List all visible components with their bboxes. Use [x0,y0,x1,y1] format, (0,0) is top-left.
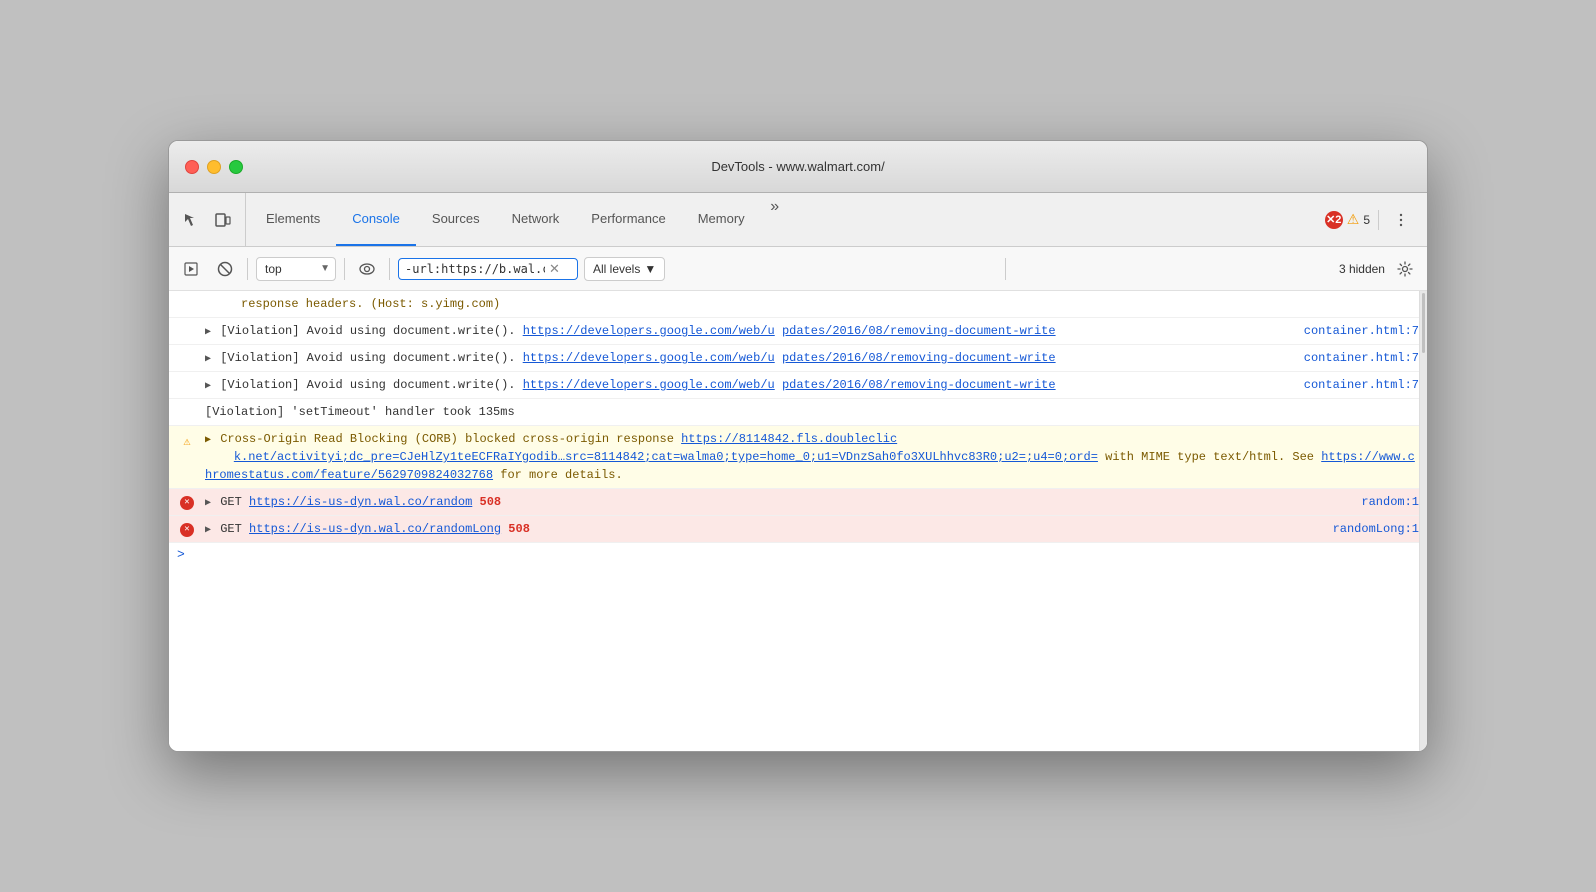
divider [1378,210,1379,230]
tab-performance[interactable]: Performance [575,193,681,246]
row-icon-area: ✕ [169,493,205,510]
tab-bar-right: ✕ 2 ⚠ 5 [1325,193,1427,246]
device-toggle-icon[interactable] [209,206,237,234]
devtools-window: DevTools - www.walmart.com/ Elements Con… [168,140,1428,752]
error-icon: ✕ [180,523,194,537]
toolbar-divider4 [1005,258,1006,280]
tab-bar-icons [177,193,246,246]
violation-link[interactable]: https://developers.google.com/web/u [523,351,775,365]
violation-link[interactable]: https://developers.google.com/web/u [523,324,775,338]
error-badge: ✕ 2 ⚠ 5 [1325,211,1370,229]
scrollbar-track[interactable] [1419,291,1427,751]
tab-memory[interactable]: Memory [682,193,761,246]
more-tabs-button[interactable]: » [761,193,789,221]
tab-sources[interactable]: Sources [416,193,496,246]
violation-link2[interactable]: pdates/2016/08/removing-document-write [782,378,1056,392]
context-select[interactable]: top [256,257,336,281]
violation-link2[interactable]: pdates/2016/08/removing-document-write [782,351,1056,365]
warning-icon: ⚠ [183,433,190,451]
row-icon-area: ⚠ [169,430,205,451]
expand-arrow-icon[interactable]: ▶ [205,352,211,367]
row-source[interactable]: container.html:7 [1296,349,1419,367]
error-url[interactable]: https://is-us-dyn.wal.co/random [249,495,472,509]
run-script-button[interactable] [177,255,205,283]
maximize-button[interactable] [229,160,243,174]
row-content: ▶ Cross-Origin Read Blocking (CORB) bloc… [205,430,1419,484]
scrollbar-thumb[interactable] [1422,293,1425,353]
error-icon: ✕ [180,496,194,510]
row-source[interactable]: container.html:7 [1296,376,1419,394]
row-icon-area [169,322,205,325]
row-icon-area [169,349,205,352]
title-bar: DevTools - www.walmart.com/ [169,141,1427,193]
row-content: ▶ GET https://is-us-dyn.wal.co/random 50… [205,493,1353,511]
error-count: ✕ 2 [1325,211,1343,229]
prompt-icon: > [177,547,185,562]
toolbar-divider3 [389,258,390,280]
filter-clear-button[interactable]: ✕ [549,262,560,275]
console-area: response headers. (Host: s.yimg.com) ▶ [… [169,291,1427,751]
tab-network[interactable]: Network [496,193,576,246]
console-row: ▶ [Violation] Avoid using document.write… [169,372,1427,399]
console-row: [Violation] 'setTimeout' handler took 13… [169,399,1427,426]
row-content: [Violation] 'setTimeout' handler took 13… [205,403,1419,421]
inspect-icon[interactable] [177,206,205,234]
filter-input[interactable] [405,262,545,276]
toolbar-divider2 [344,258,345,280]
console-prompt[interactable]: > [169,543,1427,566]
row-icon-area [169,295,205,298]
row-source[interactable]: random:1 [1353,493,1419,511]
row-content: response headers. (Host: s.yimg.com) [205,295,1419,313]
console-settings-button[interactable] [1391,255,1419,283]
expand-arrow-icon[interactable]: ▶ [205,496,211,511]
console-row-error: ✕ ▶ GET https://is-us-dyn.wal.co/random … [169,489,1427,516]
tab-console[interactable]: Console [336,193,416,246]
window-title: DevTools - www.walmart.com/ [711,159,884,174]
row-content: ▶ [Violation] Avoid using document.write… [205,349,1296,367]
hidden-count: 3 hidden [1339,262,1385,276]
row-source[interactable]: container.html:7 [1296,322,1419,340]
expand-arrow-icon[interactable]: ▶ [205,325,211,340]
tab-elements[interactable]: Elements [250,193,336,246]
more-options-icon[interactable] [1387,206,1415,234]
toolbar-divider [247,258,248,280]
console-row: ▶ [Violation] Avoid using document.write… [169,318,1427,345]
console-toolbar: top ▼ ✕ All levels ▼ 3 hidden [169,247,1427,291]
expand-arrow-icon[interactable]: ▶ [205,379,211,394]
levels-arrow-icon: ▼ [644,262,656,276]
context-selector-wrapper: top ▼ [256,257,336,281]
levels-dropdown[interactable]: All levels ▼ [584,257,665,281]
violation-link2[interactable]: pdates/2016/08/removing-document-write [782,324,1056,338]
violation-link[interactable]: https://developers.google.com/web/u [523,378,775,392]
levels-label: All levels [593,262,640,276]
console-output[interactable]: response headers. (Host: s.yimg.com) ▶ [… [169,291,1427,751]
status-code: 508 [508,522,530,536]
console-row-error: ✕ ▶ GET https://is-us-dyn.wal.co/randomL… [169,516,1427,543]
error-url2[interactable]: https://is-us-dyn.wal.co/randomLong [249,522,501,536]
warning-icon: ⚠ [1347,211,1360,228]
console-row: response headers. (Host: s.yimg.com) [169,291,1427,318]
eye-icon[interactable] [353,255,381,283]
corb-link2[interactable]: k.net/activityi;dc_pre=CJeHlZy1teECFRaIY… [234,450,1098,464]
corb-link1[interactable]: https://8114842.fls.doubleclic [681,432,897,446]
expand-arrow-icon[interactable]: ▶ [205,523,211,538]
row-content: ▶ [Violation] Avoid using document.write… [205,376,1296,394]
expand-arrow-icon[interactable]: ▶ [205,433,211,448]
minimize-button[interactable] [207,160,221,174]
console-row-warning: ⚠ ▶ Cross-Origin Read Blocking (CORB) bl… [169,426,1427,489]
close-button[interactable] [185,160,199,174]
status-code: 508 [480,495,502,509]
row-content: ▶ [Violation] Avoid using document.write… [205,322,1296,340]
row-source[interactable]: randomLong:1 [1325,520,1419,538]
row-content: ▶ GET https://is-us-dyn.wal.co/randomLon… [205,520,1325,538]
row-icon-area: ✕ [169,520,205,537]
block-icon[interactable] [211,255,239,283]
console-row: ▶ [Violation] Avoid using document.write… [169,345,1427,372]
row-icon-area [169,376,205,379]
traffic-lights [185,160,243,174]
row-icon-area [169,403,205,406]
filter-input-wrapper[interactable]: ✕ [398,258,578,280]
tab-bar: Elements Console Sources Network Perform… [169,193,1427,247]
